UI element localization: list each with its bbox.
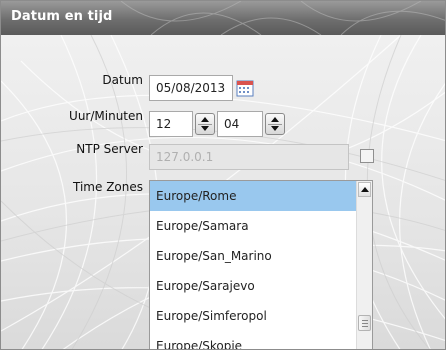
spinner-up-icon [271, 117, 279, 122]
minute-input[interactable]: 04 [217, 111, 263, 137]
list-item[interactable]: Europe/San_Marino [150, 241, 372, 271]
settings-panel: Datum en tijd Datum 05/08/2013 Uur/Minut… [0, 0, 446, 350]
scroll-up-button[interactable] [358, 182, 371, 197]
hour-input[interactable]: 12 [149, 111, 193, 137]
scroll-up-arrow-icon [361, 187, 369, 192]
calendar-icon[interactable] [236, 79, 254, 97]
list-item[interactable]: Europe/Samara [150, 211, 372, 241]
spinner-down-icon [271, 126, 279, 131]
window-title: Datum en tijd [11, 9, 113, 24]
list-item[interactable]: Europe/Skopje [150, 331, 372, 349]
date-input[interactable]: 05/08/2013 [149, 75, 233, 101]
minute-spinner[interactable] [265, 113, 285, 135]
timezones-label: Time Zones [73, 180, 143, 194]
spinner-up-icon [201, 117, 209, 122]
spinner-down-icon [201, 126, 209, 131]
list-item[interactable]: Europe/Simferopol [150, 301, 372, 331]
ntp-server-checkbox[interactable] [360, 149, 374, 163]
hour-spinner[interactable] [195, 113, 215, 135]
list-item[interactable]: Europe/Sarajevo [150, 271, 372, 301]
time-label: Uur/Minuten [69, 109, 143, 123]
title-bar: Datum en tijd [1, 1, 445, 35]
timezone-scrollbar[interactable] [356, 181, 372, 349]
scroll-thumb[interactable] [358, 315, 371, 331]
date-label: Datum [102, 73, 143, 87]
grip-icon [362, 320, 368, 321]
timezone-list[interactable]: Europe/Rome Europe/Samara Europe/San_Mar… [149, 180, 373, 349]
ntp-server-input[interactable]: 127.0.0.1 [149, 144, 349, 170]
ntp-server-label: NTP Server [76, 142, 143, 156]
list-item[interactable]: Europe/Rome [150, 181, 372, 211]
